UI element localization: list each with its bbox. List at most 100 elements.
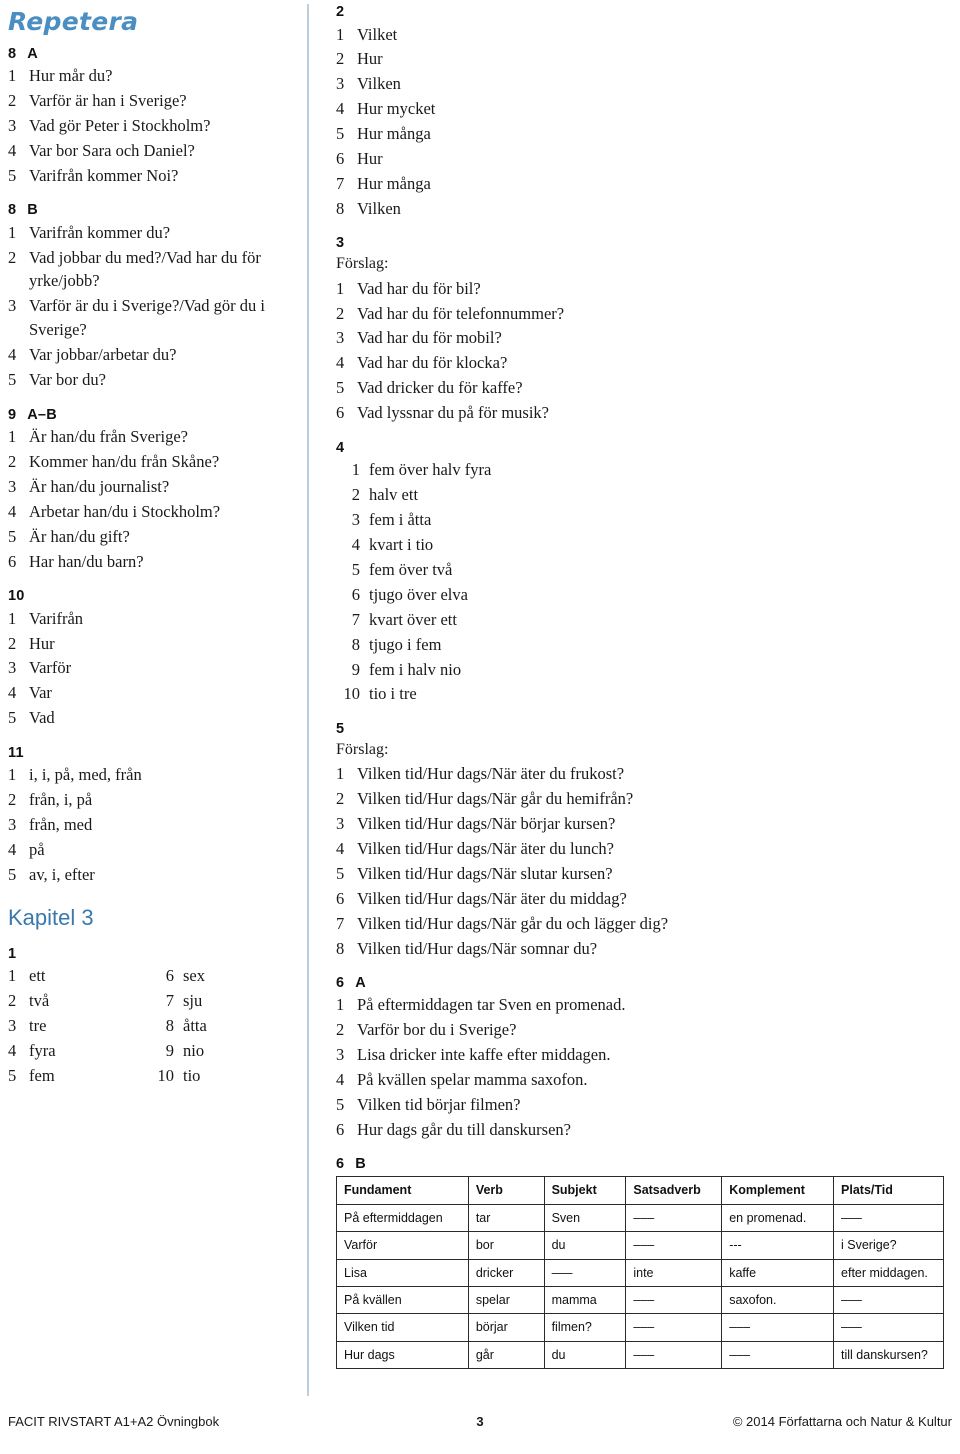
item-number: 6 [336, 1120, 345, 1140]
item-text: kvart i tio [369, 534, 434, 554]
item-text: Vad jobbar du med?/Vad har du för yrke/j… [29, 247, 261, 291]
item-text: fem över två [369, 559, 453, 579]
table-row: På eftermiddagen tar Sven ––– en promenad. ––… [336, 1203, 944, 1233]
table-cell: Lisa [336, 1258, 469, 1287]
list-item: 4 Var bor Sara och Daniel? [8, 138, 296, 163]
item-text: Vilken tid/Hur dags/När börjar kursen? [357, 813, 616, 833]
list-item: 2 Vad har du för telefonnummer? [336, 301, 948, 326]
table-cell: ––– [721, 1340, 835, 1370]
item-list: 1 ett 2 två 3 tre 4 fyra 5 fem [8, 964, 150, 1089]
item-number: 5 [8, 864, 17, 884]
item-number: 10 [343, 684, 361, 704]
table-cell: ––– [625, 1231, 723, 1260]
item-number: 3 [8, 1016, 17, 1036]
item-text: Vilken tid börjar filmen? [357, 1095, 521, 1115]
item-text: tio [183, 1065, 201, 1085]
exercise-heading: 8B [8, 202, 296, 218]
list-item: 10 tio [150, 1063, 292, 1088]
list-item: 9 nio [150, 1038, 292, 1063]
item-number: 2 [8, 451, 17, 471]
list-item: 3 Varför [8, 656, 296, 681]
item-number: 3 [8, 815, 17, 835]
table-cell: ––– [833, 1313, 944, 1342]
item-number: 2 [8, 790, 17, 810]
item-number: 7 [336, 174, 345, 194]
item-text: tre [29, 1016, 47, 1036]
item-list: 6 sex 7 sju 8 åtta 9 nio 10 tio [150, 964, 292, 1089]
exercise-number: 10 [8, 588, 25, 605]
list-item: 3 Vad gör Peter i Stockholm? [8, 113, 296, 138]
exercise-letter: B [355, 1156, 366, 1173]
item-number: 5 [351, 559, 360, 579]
item-number: 3 [336, 328, 345, 348]
item-text: På kvällen spelar mamma saxofon. [357, 1070, 588, 1090]
item-number: 4 [8, 839, 17, 859]
item-number: 4 [8, 345, 17, 365]
item-number: 3 [8, 658, 17, 678]
item-number: 3 [8, 476, 17, 496]
list-item: 3 tre [8, 1014, 150, 1039]
item-text: nio [183, 1040, 205, 1060]
list-item: 7 Vilken tid/Hur dags/När går du och lägg… [336, 911, 948, 936]
item-number: 4 [351, 534, 360, 554]
page-title: Repetera [8, 7, 139, 36]
item-number: 3 [8, 115, 17, 135]
table-cell: bor [467, 1231, 545, 1260]
item-text: Hur dags går du till danskursen? [357, 1120, 571, 1140]
item-text: fem i åtta [369, 509, 432, 529]
exercise-heading-k3-1: 1 [8, 946, 296, 962]
table-cell: Hur dags [336, 1340, 469, 1370]
list-item: 5 Vilken tid börjar filmen? [336, 1093, 948, 1118]
item-number: 4 [8, 140, 17, 160]
item-number: 4 [8, 683, 17, 703]
exercise-number: 6 [336, 1156, 345, 1173]
item-number: 1 [336, 24, 345, 44]
list-item: 1 Vilken tid/Hur dags/När äter du frukost… [336, 762, 948, 787]
item-number: 4 [336, 353, 345, 373]
list-item: 8 åtta [150, 1014, 292, 1039]
exercise-number: 5 [336, 720, 345, 737]
item-number: 4 [8, 501, 17, 521]
list-item: 10 tio i tre [336, 682, 948, 707]
exercise-number: 8 [8, 45, 17, 62]
table-cell: spelar [467, 1285, 545, 1315]
item-text: Vilken tid/Hur dags/När äter du lunch? [357, 838, 614, 858]
item-text: Vad gör Peter i Stockholm? [29, 115, 211, 135]
number-list-right: 6 sex 7 sju 8 åtta 9 nio 10 tio [150, 964, 292, 1089]
item-number: 1 [336, 764, 345, 784]
list-item: 6 Har han/du barn? [8, 549, 296, 574]
list-item: 2 Vilken tid/Hur dags/När går du hemifrån… [336, 786, 948, 811]
list-item: 5 Är han/du gift? [8, 524, 296, 549]
item-list: 1 Varifrån 2 Hur 3 Varför 4 Var 5 Vad [8, 606, 296, 731]
item-text: Är han/du från Sverige? [29, 427, 188, 447]
list-item: 1 Är han/du från Sverige? [8, 425, 296, 450]
list-item: 2 Vad jobbar du med?/Vad har du för yrke/… [8, 245, 296, 294]
exercise-letter: A–B [27, 406, 57, 423]
item-number: 7 [165, 991, 174, 1011]
item-text: Vilken [357, 198, 401, 218]
left-column: Repetera 8 A 1 Hur mår du? 2 Varför är han i … [8, 0, 296, 1088]
exercise-number: 11 [8, 744, 24, 761]
list-item: 1 Varifrån kommer du? [8, 220, 296, 245]
list-item: 1 Vilket [336, 22, 948, 47]
list-item: 2 Hur [336, 47, 948, 72]
item-number: 1 [8, 765, 17, 785]
list-item: 1 Hur mår du? [8, 64, 296, 89]
table-cell: kaffe [721, 1258, 835, 1287]
table-cell: På kvällen [336, 1285, 469, 1315]
table-cell: ––– [625, 1285, 723, 1315]
list-item: 4 Hur mycket [336, 97, 948, 122]
item-number: 9 [351, 659, 360, 679]
table-cell: --- [721, 1231, 835, 1260]
item-number: 5 [336, 124, 345, 144]
item-number: 2 [8, 90, 17, 110]
item-text: Vilken tid/Hur dags/När somnar du? [357, 938, 598, 958]
item-number: 5 [8, 708, 17, 728]
item-text: Vilket [357, 24, 398, 44]
exercise-heading-6b: 6B [336, 1156, 948, 1172]
item-text: Varifrån kommer Noi? [29, 165, 179, 185]
list-item: 3 Varför är du i Sverige?/Vad gör du i Sv… [8, 294, 296, 343]
two-column-number-list: 1 ett 2 två 3 tre 4 fyra 5 fem 6 sex 7 sju 8 åtta 9 nio 1… [8, 964, 296, 1089]
footer-copyright: © 2014 Författarna och Natur & Kultur [732, 1414, 952, 1429]
item-text: Hur många [357, 174, 431, 194]
